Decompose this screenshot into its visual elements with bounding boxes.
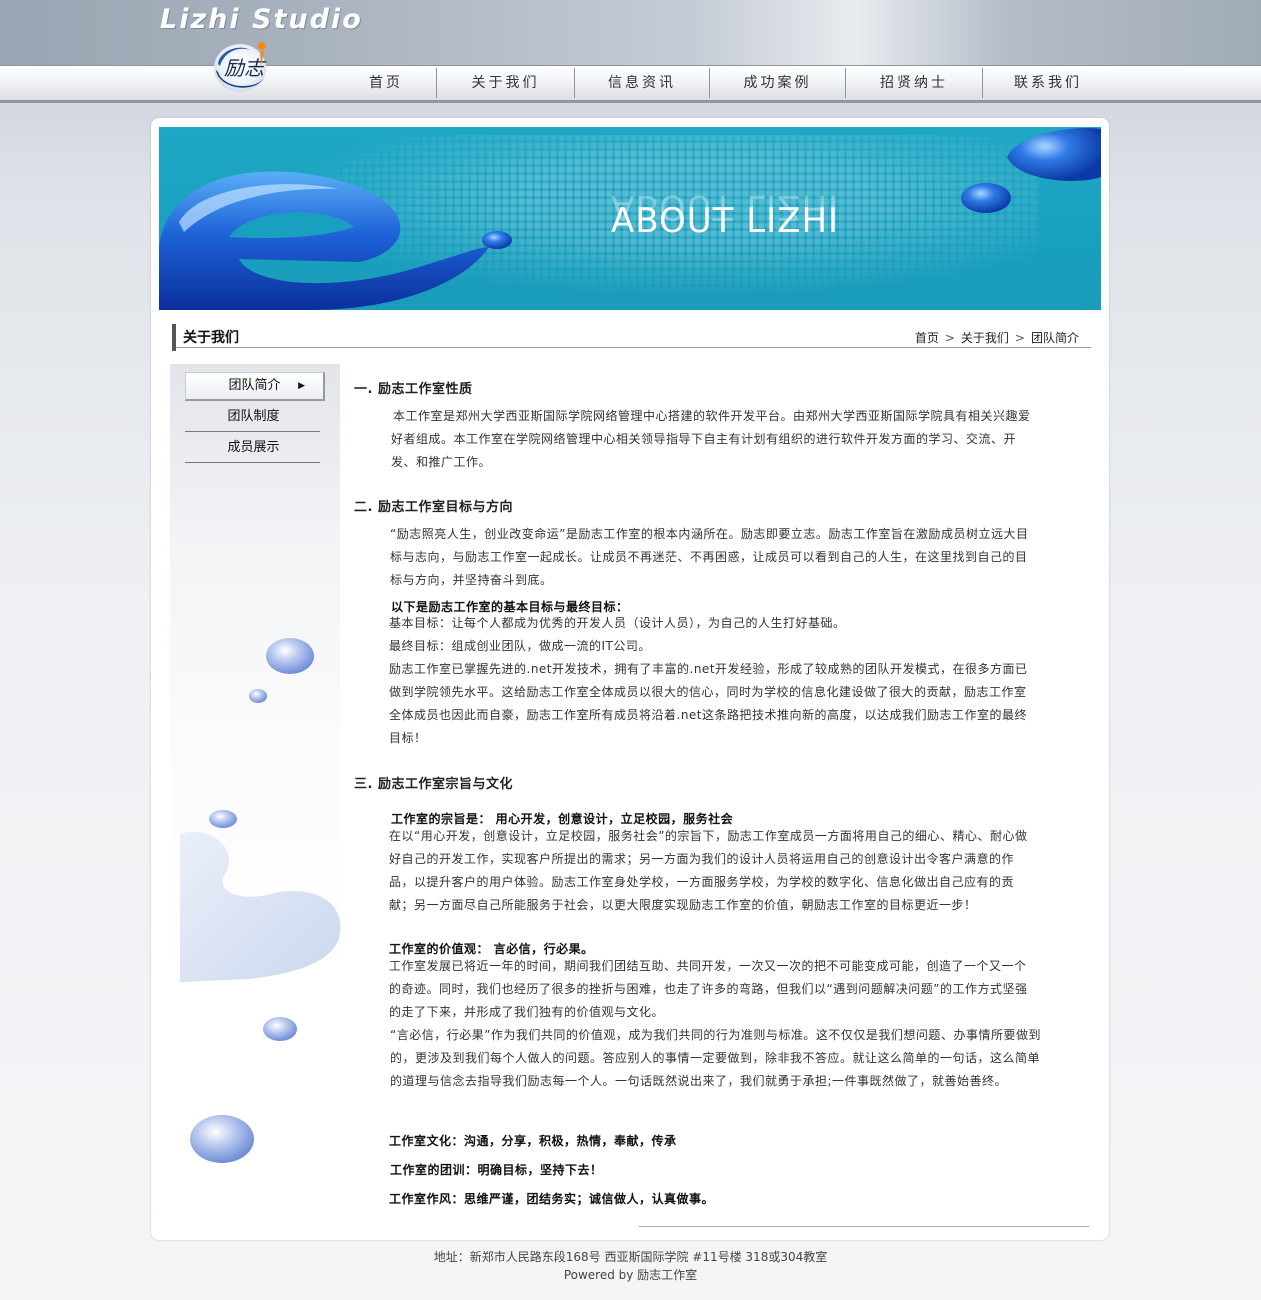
site-footer: 地址：新郑市人民路东段168号 西亚斯国际学院 #11号楼 318或304教室 … [0, 1248, 1261, 1284]
main-nav: 首页 关于我们 信息资讯 成功案例 招贤纳士 联系我们 [0, 65, 1261, 103]
sidebar-divider [185, 431, 320, 432]
goal-basic: 基本目标：让每个人都成为优秀的开发人员（设计人员），为自己的人生打好基础。 [389, 616, 846, 630]
breadcrumb-current: 团队简介 [1030, 331, 1079, 345]
paragraph-values: 工作室发展已将近一年的时间，期间我们团结互助、共同开发，一次又一次的把不可能变成… [389, 959, 1028, 1019]
breadcrumb-home[interactable]: 首页 [915, 329, 939, 346]
paragraph-nature: 本工作室是郑州大学西亚斯国际学院网络管理中心搭建的软件开发平台。由郑州大学西亚斯… [391, 409, 1031, 469]
chevron-right-icon: > [1014, 330, 1025, 345]
chevron-right-icon: > [944, 330, 955, 345]
site-header: Lizhi Studio 首页 关于我们 信息资讯 成功案例 招贤纳士 联系我们… [0, 0, 1261, 104]
nav-recruit[interactable]: 招贤纳士 [846, 66, 982, 100]
sidebar-item-team-rules[interactable]: 团队制度 [185, 404, 322, 430]
footer-powered-by: Powered by 励志工作室 [563, 1268, 698, 1282]
paragraph-principle: “言必信，行必果”作为我们共同的价值观，成为我们共同的行为准则与标准。这不仅仅是… [390, 1028, 1041, 1088]
motto-statement: 工作室的团训：明确目标，坚持下去！ [390, 1163, 603, 1177]
sidebar-item-team-intro[interactable]: 团队简介 ▶ [185, 372, 325, 401]
heading-nature: 一. 励志工作室性质 [354, 382, 473, 397]
water-drop [482, 231, 512, 249]
paragraph-goals: “励志照亮人生，创业改变命运”是励志工作室的根本内涵所在。励志即要立志。励志工作… [390, 527, 1029, 587]
content-bottom-divider [639, 1226, 1089, 1227]
heading-culture: 三. 励志工作室宗旨与文化 [354, 777, 513, 792]
breadcrumb: 首页 > 关于我们 > 团队简介 [915, 329, 1079, 346]
site-logo-text[interactable]: Lizhi Studio [160, 4, 363, 35]
water-drop [961, 183, 1011, 213]
lizhi-emblem-logo[interactable]: 励志 [210, 38, 272, 96]
section-divider [176, 347, 1091, 348]
logo-glyph-text: 励志 [224, 56, 267, 80]
footer-address: 地址：新郑市人民路东段168号 西亚斯国际学院 #11号楼 318或304教室 [433, 1250, 828, 1264]
caret-right-icon: ▶ [298, 381, 305, 391]
water-drop [1007, 127, 1101, 181]
banner-title: ABOUT LIZHI [611, 201, 840, 241]
culture-statement: 工作室文化：沟通，分享，积极，热情，奉献，传承 [389, 1134, 677, 1148]
nav-contact[interactable]: 联系我们 [983, 66, 1113, 100]
nav-home[interactable]: 首页 [337, 66, 435, 100]
sidebar-item-members[interactable]: 成员展示 [185, 435, 322, 461]
breadcrumb-about[interactable]: 关于我们 [961, 329, 1009, 346]
sidebar-item-label: 团队简介 [228, 378, 281, 393]
sidebar-divider [185, 462, 320, 463]
sidebar: 团队简介 ▶ 团队制度 成员展示 [170, 364, 341, 1163]
style-statement: 工作室作风：思维严谨，团结务实；诚信做人，认真做事。 [389, 1192, 715, 1206]
paragraph-mission: 在以“用心开发，创意设计，立足校园，服务社会”的宗旨下，励志工作室成员一方面将用… [389, 829, 1028, 912]
nav-news[interactable]: 信息资讯 [575, 66, 709, 100]
nav-cases[interactable]: 成功案例 [710, 66, 845, 100]
nav-about[interactable]: 关于我们 [437, 66, 574, 100]
paragraph-dotnet: 励志工作室已掌握先进的.net开发技术，拥有了丰富的.net开发经验，形成了较成… [389, 662, 1028, 745]
goal-final: 最终目标：组成创业团队，做成一流的IT公司。 [389, 639, 651, 653]
about-banner: ABOUT LIZHI ABOUT LIZHI [159, 127, 1101, 310]
heading-goals: 二. 励志工作室目标与方向 [354, 500, 513, 515]
main-panel: ABOUT LIZHI ABOUT LIZHI 关于我们 首页 > 关于我们 >… [151, 118, 1109, 1240]
section-title: 关于我们 [183, 330, 239, 346]
sidebar-water-decoration [180, 638, 341, 1163]
